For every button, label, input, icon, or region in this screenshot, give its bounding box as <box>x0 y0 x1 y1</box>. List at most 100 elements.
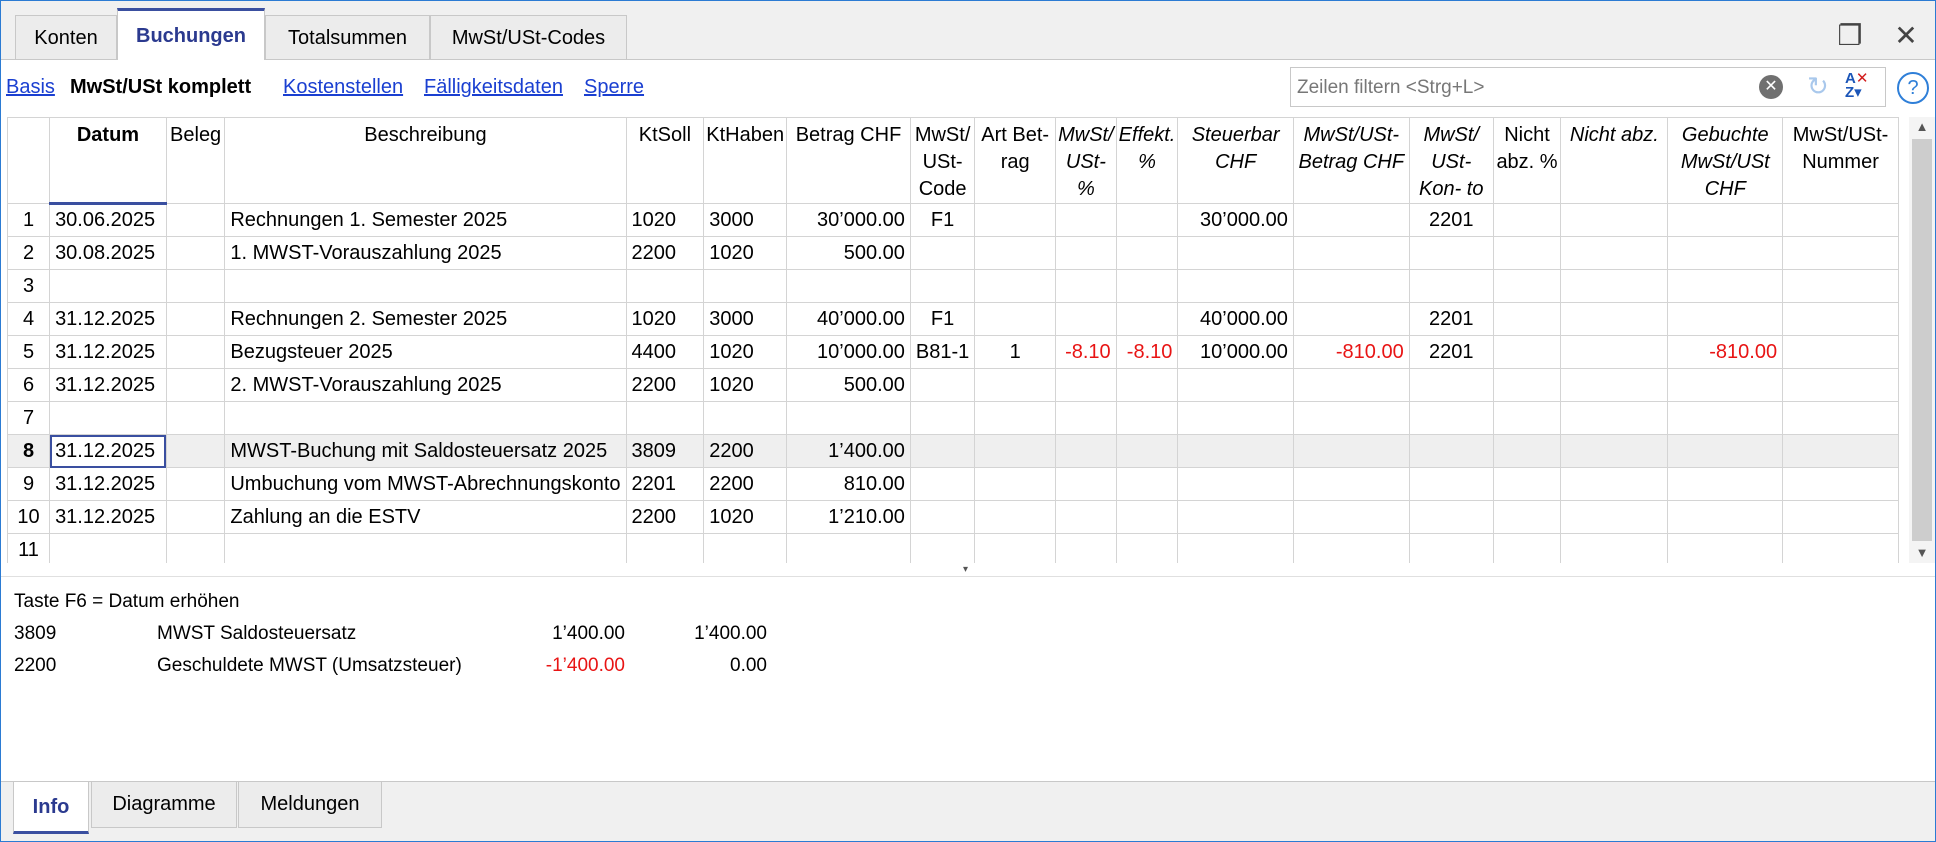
cell-mwst-nummer[interactable] <box>1782 335 1899 369</box>
tab-info[interactable]: Info <box>13 782 89 834</box>
tab-diagramme[interactable]: Diagramme <box>91 782 237 828</box>
clear-filter-icon[interactable]: ✕ <box>1759 75 1783 99</box>
cell-mwst-nummer[interactable] <box>1782 203 1899 237</box>
cell-datum[interactable]: 31.12.2025 <box>49 302 167 336</box>
cell-beleg[interactable] <box>165 467 226 501</box>
cell-effekt-pct[interactable] <box>1115 467 1179 501</box>
cell-mwst-nummer[interactable] <box>1782 368 1899 402</box>
cell-mwst-konto[interactable]: 2201 <box>1408 302 1494 336</box>
cell-mwst-pct[interactable] <box>1055 467 1117 501</box>
cell-mwst-betrag[interactable] <box>1292 401 1410 435</box>
help-icon[interactable]: ? <box>1897 72 1929 104</box>
cell-beleg[interactable] <box>165 335 226 369</box>
cell-beleg[interactable] <box>165 203 226 237</box>
cell-betrag[interactable]: 500.00 <box>786 236 911 270</box>
tab-mwst-codes[interactable]: MwSt/USt-Codes <box>430 15 627 59</box>
cell-effekt-pct[interactable] <box>1115 302 1179 336</box>
cell-beleg[interactable] <box>165 533 226 563</box>
cell-mwst-nummer[interactable] <box>1782 401 1899 435</box>
cell-beschreibung[interactable]: MWST-Buchung mit Saldosteuersatz 2025 <box>224 434 627 468</box>
cell-steuerbar[interactable] <box>1177 467 1294 501</box>
table-row[interactable]: 9 31.12.2025 Umbuchung vom MWST-Abrechnung… <box>7 467 1899 501</box>
cell-art-betrag[interactable] <box>974 401 1057 435</box>
cell-nicht-abz[interactable] <box>1560 203 1669 237</box>
cell-beschreibung[interactable] <box>224 533 627 563</box>
cell-effekt-pct[interactable] <box>1115 203 1179 237</box>
tab-konten[interactable]: Konten <box>15 15 117 59</box>
filter-input[interactable]: Zeilen filtern <Strg+L> ✕ ↻ A✕ Z▾ <box>1290 67 1886 107</box>
cell-mwst-betrag[interactable] <box>1292 269 1410 303</box>
cell-gebuchte-mwst[interactable] <box>1667 302 1784 336</box>
col-header-ktsoll[interactable]: KtSoll <box>625 117 705 204</box>
cell-art-betrag[interactable] <box>974 236 1057 270</box>
cell-mwst-pct[interactable] <box>1055 236 1117 270</box>
cell-mwst-code[interactable] <box>909 467 976 501</box>
cell-kthaben[interactable]: 2200 <box>703 434 788 468</box>
col-header-beschreibung[interactable]: Beschreibung <box>224 117 627 204</box>
cell-steuerbar[interactable] <box>1177 368 1294 402</box>
cell-effekt-pct[interactable] <box>1115 533 1179 563</box>
table-row[interactable]: 7 <box>7 401 1899 435</box>
cell-gebuchte-mwst[interactable] <box>1667 401 1784 435</box>
cell-mwst-code[interactable] <box>909 368 976 402</box>
cell-mwst-konto[interactable]: 2201 <box>1408 203 1494 237</box>
cell-art-betrag[interactable] <box>974 434 1057 468</box>
cell-gebuchte-mwst[interactable] <box>1667 434 1784 468</box>
scroll-up-icon[interactable]: ▲ <box>1909 117 1935 137</box>
cell-betrag[interactable] <box>786 533 911 563</box>
cell-datum[interactable] <box>49 533 167 563</box>
view-link-basis[interactable]: Basis <box>6 76 55 99</box>
cell-betrag[interactable]: 810.00 <box>786 467 911 501</box>
cell-nicht-abz-pct[interactable] <box>1492 236 1562 270</box>
cell-nicht-abz[interactable] <box>1560 236 1669 270</box>
cell-mwst-betrag[interactable] <box>1292 236 1410 270</box>
cell-kthaben[interactable] <box>703 533 788 563</box>
table-row[interactable]: 4 31.12.2025 Rechnungen 2. Semester 2025 10… <box>7 302 1899 336</box>
cell-beleg[interactable] <box>165 401 226 435</box>
cell-mwst-konto[interactable] <box>1408 467 1494 501</box>
cell-mwst-nummer[interactable] <box>1782 302 1899 336</box>
cell-steuerbar[interactable] <box>1177 236 1294 270</box>
cell-nicht-abz[interactable] <box>1560 533 1669 563</box>
cell-mwst-pct[interactable] <box>1055 434 1117 468</box>
cell-ktsoll[interactable]: 2201 <box>625 467 705 501</box>
cell-mwst-nummer[interactable] <box>1782 500 1899 534</box>
cell-mwst-code[interactable]: F1 <box>909 302 976 336</box>
cell-mwst-nummer[interactable] <box>1782 533 1899 563</box>
cell-ktsoll[interactable] <box>625 533 705 563</box>
cell-mwst-code[interactable]: B81-1 <box>909 335 976 369</box>
cell-gebuchte-mwst[interactable] <box>1667 203 1784 237</box>
cell-nicht-abz[interactable] <box>1560 434 1669 468</box>
cell-gebuchte-mwst[interactable] <box>1667 269 1784 303</box>
cell-steuerbar[interactable] <box>1177 434 1294 468</box>
cell-mwst-pct[interactable] <box>1055 269 1117 303</box>
cell-mwst-pct[interactable]: -8.10 <box>1055 335 1117 369</box>
cell-art-betrag[interactable] <box>974 269 1057 303</box>
cell-effekt-pct[interactable] <box>1115 434 1179 468</box>
tab-meldungen[interactable]: Meldungen <box>238 782 382 828</box>
cell-mwst-pct[interactable] <box>1055 533 1117 563</box>
refresh-icon[interactable]: ↻ <box>1807 71 1829 102</box>
cell-beleg[interactable] <box>165 368 226 402</box>
cell-ktsoll[interactable]: 2200 <box>625 236 705 270</box>
cell-ktsoll[interactable]: 1020 <box>625 302 705 336</box>
cell-art-betrag[interactable]: 1 <box>974 335 1057 369</box>
close-icon[interactable]: ✕ <box>1889 19 1923 53</box>
cell-steuerbar[interactable]: 10’000.00 <box>1177 335 1294 369</box>
view-link-kostenstellen[interactable]: Kostenstellen <box>283 76 403 99</box>
cell-steuerbar[interactable] <box>1177 500 1294 534</box>
cell-kthaben[interactable]: 1020 <box>703 335 788 369</box>
cell-mwst-nummer[interactable] <box>1782 467 1899 501</box>
cell-kthaben[interactable] <box>703 269 788 303</box>
col-header-nicht-abz[interactable]: Nicht abz. <box>1560 117 1669 204</box>
cell-gebuchte-mwst[interactable] <box>1667 368 1784 402</box>
cell-nicht-abz[interactable] <box>1560 467 1669 501</box>
col-header-mwst-nummer[interactable]: MwSt/USt- Nummer <box>1782 117 1899 204</box>
col-header-mwst-code[interactable]: MwSt/ USt- Code <box>909 117 976 204</box>
cell-effekt-pct[interactable] <box>1115 236 1179 270</box>
cell-mwst-pct[interactable] <box>1055 302 1117 336</box>
cell-mwst-konto[interactable] <box>1408 269 1494 303</box>
tab-buchungen[interactable]: Buchungen <box>117 8 265 60</box>
table-row[interactable]: 10 31.12.2025 Zahlung an die ESTV 2200 1020 1… <box>7 500 1899 534</box>
table-row[interactable]: 3 <box>7 269 1899 303</box>
